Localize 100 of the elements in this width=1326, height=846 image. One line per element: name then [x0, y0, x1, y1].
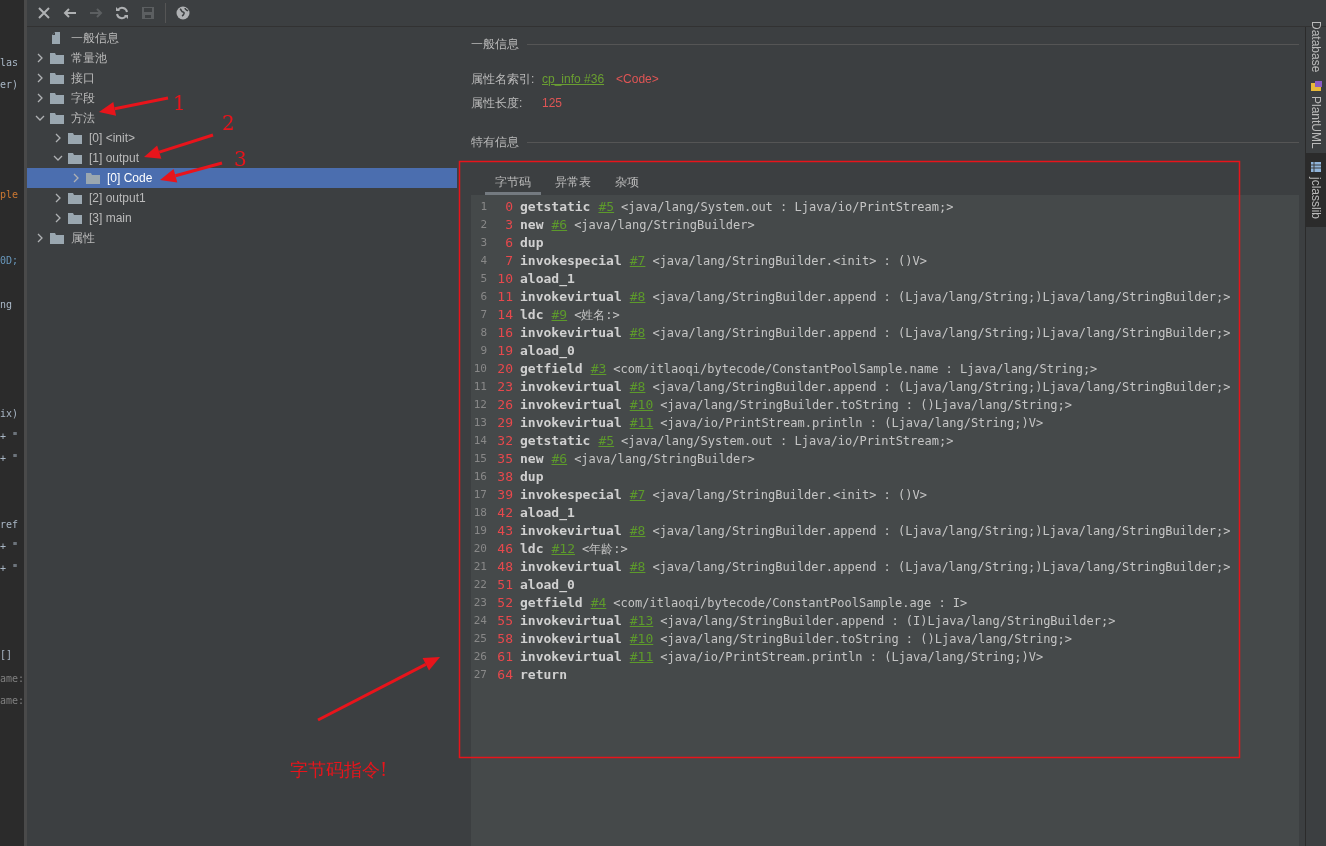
line-number: 20 — [472, 540, 487, 557]
constant-ref-link[interactable]: #13 — [629, 611, 654, 631]
tree-item[interactable]: 一般信息 — [27, 28, 123, 48]
offset: 51 — [496, 576, 513, 595]
chevron-right-icon — [53, 133, 63, 143]
file-icon — [51, 31, 63, 45]
tree-item[interactable]: [3] main — [27, 208, 136, 228]
constant-ref-link[interactable]: #11 — [629, 413, 654, 433]
tab[interactable]: 异常表 — [545, 171, 601, 195]
constant-ref-link[interactable]: #5 — [598, 431, 615, 451]
annotation-arrow — [144, 133, 214, 159]
line-number: 6 — [479, 288, 487, 305]
constant-ref-link[interactable]: #12 — [551, 539, 575, 559]
code-fragment: + " — [0, 562, 19, 576]
comment: <com/itlaoqi/bytecode/ConstantPoolSample.name : Ljava/lang/String;> — [613, 361, 1098, 378]
instruction: dup — [520, 468, 544, 487]
instruction: new — [520, 216, 544, 235]
code-fragment: + " — [0, 430, 19, 444]
tree-item[interactable]: [1] output — [27, 148, 144, 168]
instruction: aload_1 — [520, 504, 575, 523]
offset: 7 — [504, 252, 513, 271]
tree-item[interactable]: 接口 — [27, 68, 99, 88]
tree-item[interactable]: [0] Code — [27, 168, 457, 188]
code-fragment: + " — [0, 452, 19, 466]
constant-ref-link[interactable]: #6 — [551, 215, 568, 235]
folder-icon — [50, 72, 64, 84]
side-tool-tab[interactable]: Database — [1306, 17, 1326, 77]
constant-ref-link[interactable]: #3 — [590, 359, 607, 379]
instruction: invokevirtual — [520, 612, 622, 631]
instruction: invokevirtual — [520, 324, 622, 343]
comment: <java/lang/StringBuilder.<init> : ()V> — [652, 253, 927, 270]
constant-ref-link[interactable]: #8 — [629, 557, 646, 577]
globe-icon[interactable] — [174, 4, 192, 22]
instruction: new — [520, 450, 544, 469]
constant-ref-link[interactable]: #7 — [629, 251, 646, 271]
code-fragment: 0D; — [0, 254, 19, 268]
refresh-icon[interactable] — [113, 4, 131, 22]
instruction: invokespecial — [520, 252, 622, 271]
instruction: getstatic — [520, 198, 591, 217]
tree-item[interactable]: 字段 — [27, 88, 99, 108]
line-number: 26 — [472, 648, 487, 665]
instruction: aload_0 — [520, 576, 575, 595]
constant-ref-link[interactable]: #8 — [629, 323, 646, 343]
constant-ref-link[interactable]: #11 — [629, 647, 654, 667]
line-number: 22 — [472, 576, 487, 593]
link[interactable]: cp_info #36 — [542, 70, 605, 88]
tree-item[interactable]: 方法 — [27, 108, 99, 128]
constant-ref-link[interactable]: #5 — [598, 197, 615, 217]
instruction: invokevirtual — [520, 522, 622, 541]
instruction: dup — [520, 234, 544, 253]
line-number: 17 — [472, 486, 487, 503]
side-tool-tab[interactable]: jclasslib — [1306, 153, 1326, 228]
instruction: invokevirtual — [520, 378, 622, 397]
folder-icon — [86, 172, 100, 184]
code-fragment: + " — [0, 540, 19, 554]
field-label: 属性长度: — [471, 95, 524, 112]
code-fragment: ref — [0, 518, 19, 532]
line-number: 8 — [479, 324, 487, 341]
line-number: 13 — [472, 414, 487, 431]
code-fragment: las — [0, 56, 19, 70]
constant-ref-link[interactable]: #4 — [590, 593, 607, 613]
tree-item[interactable]: [2] output1 — [27, 188, 150, 208]
constant-ref-link[interactable]: #8 — [629, 521, 646, 541]
comment: <java/lang/StringBuilder.append : (Ljava/lang/String;)Ljava/lang/StringBuilder;> — [652, 325, 1231, 342]
tab[interactable]: 杂项 — [605, 171, 649, 195]
constant-ref-link[interactable]: #8 — [629, 287, 646, 307]
tree-item[interactable]: 属性 — [27, 228, 99, 248]
constant-ref-link[interactable]: #8 — [629, 377, 646, 397]
line-number: 25 — [472, 630, 487, 647]
folder-icon — [68, 192, 82, 204]
tree-item[interactable]: [0] <init> — [27, 128, 140, 148]
instruction: ldc — [520, 306, 544, 325]
offset: 20 — [496, 360, 513, 379]
annotation-label: 3 — [234, 147, 247, 171]
grid-icon — [1310, 161, 1322, 174]
folder-icon — [50, 92, 64, 104]
chevron-down-icon — [53, 153, 63, 163]
offset: 0 — [504, 198, 513, 217]
constant-ref-link[interactable]: #7 — [629, 485, 646, 505]
constant-ref-link[interactable]: #10 — [629, 629, 654, 649]
code-fragment: ng — [0, 298, 13, 312]
side-tool-tab[interactable]: PlantUML — [1306, 76, 1326, 154]
offset: 32 — [496, 432, 513, 451]
instruction: invokevirtual — [520, 414, 622, 433]
instruction: invokevirtual — [520, 648, 622, 667]
instruction: invokevirtual — [520, 558, 622, 577]
comment: <com/itlaoqi/bytecode/ConstantPoolSample.age : I> — [613, 595, 968, 612]
comment: <java/lang/StringBuilder.append : (Ljava/lang/String;)Ljava/lang/StringBuilder;> — [652, 559, 1231, 576]
offset: 16 — [496, 324, 513, 343]
constant-ref-link[interactable]: #10 — [629, 395, 654, 415]
constant-ref-link[interactable]: #9 — [551, 305, 568, 325]
tree-item[interactable]: 常量池 — [27, 48, 111, 68]
comment: <java/lang/StringBuilder.append : (Ljava/lang/String;)Ljava/lang/StringBuilder;> — [652, 523, 1231, 540]
line-number: 23 — [472, 594, 487, 611]
annotation-label: 字节码指令! — [290, 759, 388, 780]
line-number: 15 — [472, 450, 487, 467]
field-value: 125 — [542, 95, 563, 112]
constant-ref-link[interactable]: #6 — [551, 449, 568, 469]
line-number: 1 — [479, 198, 487, 215]
annotation-arrow — [160, 161, 223, 183]
